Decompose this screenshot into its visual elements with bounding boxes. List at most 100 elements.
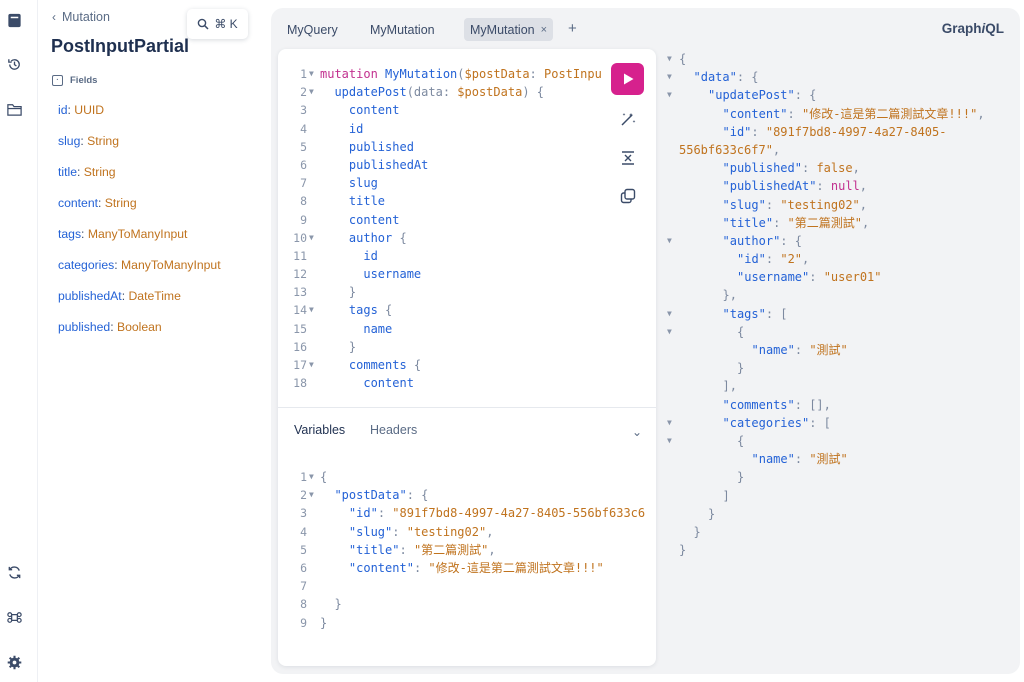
add-tab-button[interactable]: + bbox=[568, 20, 577, 37]
result-text: "updatePost": { bbox=[708, 88, 817, 103]
result-text: } bbox=[693, 524, 701, 539]
tab-variables[interactable]: Variables bbox=[294, 423, 345, 437]
back-link[interactable]: ‹ Mutation bbox=[52, 10, 110, 24]
line-number: 1 bbox=[300, 470, 307, 484]
field-item[interactable]: categories: ManyToManyInput bbox=[58, 258, 221, 272]
result-line: "name": "測試" bbox=[663, 341, 1013, 359]
result-line: "content": "修改-這是第二篇測試文章!!!", bbox=[663, 105, 1013, 123]
settings-icon[interactable] bbox=[5, 653, 23, 671]
refetch-icon[interactable] bbox=[5, 563, 23, 581]
query-line: 13 } bbox=[278, 283, 608, 301]
result-line: } bbox=[663, 359, 1013, 377]
fold-toggle-icon[interactable]: ▼ bbox=[667, 86, 672, 104]
result-line: ▼ "author": { bbox=[663, 232, 1013, 250]
tab-mymutation[interactable]: MyMutation bbox=[364, 18, 441, 41]
field-name[interactable]: publishedAt bbox=[58, 289, 122, 303]
result-line: ▼ "data": { bbox=[663, 68, 1013, 86]
field-type[interactable]: ManyToManyInput bbox=[121, 258, 221, 272]
line-number: 18 bbox=[293, 376, 307, 391]
field-name[interactable]: published bbox=[58, 320, 110, 334]
fold-toggle-icon[interactable]: ▼ bbox=[667, 68, 672, 86]
fold-toggle-icon[interactable]: ▼ bbox=[309, 65, 314, 83]
line-number: 7 bbox=[300, 176, 307, 191]
field-type[interactable]: Boolean bbox=[117, 320, 162, 334]
fold-toggle-icon[interactable]: ▼ bbox=[667, 232, 672, 250]
result-line: } bbox=[663, 505, 1013, 523]
line-number: 6 bbox=[300, 560, 307, 575]
field-name[interactable]: id bbox=[58, 103, 68, 117]
field-item[interactable]: id: UUID bbox=[58, 103, 104, 117]
field-item[interactable]: content: String bbox=[58, 196, 137, 210]
line-number: 7 bbox=[300, 579, 307, 594]
fold-toggle-icon[interactable]: ▼ bbox=[667, 432, 672, 450]
variables-editor[interactable]: 1 ▼{2 ▼ "postData": {3 "id": "891f7bd8-499… bbox=[278, 468, 648, 632]
field-type[interactable]: DateTime bbox=[128, 289, 180, 303]
code-text: } bbox=[320, 339, 357, 354]
field-type[interactable]: ManyToManyInput bbox=[88, 227, 188, 241]
merge-icon bbox=[622, 151, 634, 165]
result-line: } bbox=[663, 523, 1013, 541]
chevron-down-icon[interactable]: ⌄ bbox=[632, 425, 642, 439]
code-text: "slug": "testing02", bbox=[348, 524, 494, 539]
result-line: ▼ "tags": [ bbox=[663, 305, 1013, 323]
code-text: "content": "修改-這是第二篇測試文章!!!" bbox=[348, 560, 604, 575]
tab-headers[interactable]: Headers bbox=[370, 423, 417, 437]
query-line: 6 publishedAt bbox=[278, 156, 608, 174]
code-text: slug bbox=[320, 176, 378, 191]
editor-divider bbox=[278, 407, 656, 408]
fold-toggle-icon[interactable]: ▼ bbox=[309, 301, 314, 319]
field-type[interactable]: UUID bbox=[74, 103, 104, 117]
field-type[interactable]: String bbox=[87, 134, 119, 148]
fold-toggle-icon[interactable]: ▼ bbox=[667, 50, 672, 68]
tab-myquery[interactable]: MyQuery bbox=[281, 18, 344, 41]
result-line: "slug": "testing02", bbox=[663, 196, 1013, 214]
field-item[interactable]: tags: ManyToManyInput bbox=[58, 227, 187, 241]
line-number: 13 bbox=[293, 285, 307, 300]
field-name[interactable]: categories bbox=[58, 258, 114, 272]
field-item[interactable]: slug: String bbox=[58, 134, 119, 148]
field-name[interactable]: content bbox=[58, 196, 98, 210]
prettify-icon bbox=[621, 113, 636, 126]
field-item[interactable]: title: String bbox=[58, 165, 116, 179]
fold-toggle-icon[interactable]: ▼ bbox=[667, 414, 672, 432]
fields-heading-label: Fields bbox=[70, 75, 98, 86]
fold-toggle-icon[interactable]: ▼ bbox=[309, 356, 314, 374]
field-type[interactable]: String bbox=[105, 196, 137, 210]
explorer-icon[interactable] bbox=[5, 100, 23, 118]
line-number: 15 bbox=[293, 321, 307, 336]
tab-mymutation-active[interactable]: MyMutation × bbox=[464, 18, 554, 41]
fold-toggle-icon[interactable]: ▼ bbox=[309, 229, 314, 247]
close-icon[interactable]: × bbox=[541, 24, 547, 36]
fold-toggle-icon[interactable]: ▼ bbox=[667, 305, 672, 323]
docs-icon[interactable] bbox=[5, 11, 23, 29]
code-text: "id": "891f7bd8-4997-4a27-8405-556bf633c… bbox=[348, 506, 646, 521]
query-line: 17 ▼ comments { bbox=[278, 356, 608, 374]
fields-icon: · bbox=[52, 75, 63, 86]
query-line: 10 ▼ author { bbox=[278, 229, 608, 247]
search-button[interactable]: ⌘ K bbox=[187, 9, 248, 39]
logo-suffix: QL bbox=[985, 21, 1004, 36]
field-item[interactable]: publishedAt: DateTime bbox=[58, 289, 181, 303]
execute-button[interactable] bbox=[611, 63, 644, 95]
merge-fragments-button[interactable] bbox=[617, 147, 639, 169]
code-text: "title": "第二篇測試", bbox=[348, 542, 496, 557]
query-editor[interactable]: 1 ▼ mutation MyMutation($postData: PostInp… bbox=[278, 65, 608, 392]
fold-toggle-icon[interactable]: ▼ bbox=[309, 486, 314, 504]
result-text: "name": "測試" bbox=[751, 452, 848, 467]
field-name[interactable]: title bbox=[58, 165, 77, 179]
copy-query-button[interactable] bbox=[617, 185, 639, 207]
field-name[interactable]: tags bbox=[58, 227, 81, 241]
field-type[interactable]: String bbox=[84, 165, 116, 179]
shortcuts-icon[interactable] bbox=[5, 608, 23, 626]
code-text: content bbox=[320, 376, 414, 391]
code-text: title bbox=[320, 194, 386, 209]
field-item[interactable]: published: Boolean bbox=[58, 320, 162, 334]
field-name[interactable]: slug bbox=[58, 134, 80, 148]
fold-toggle-icon[interactable]: ▼ bbox=[309, 468, 314, 486]
line-number: 8 bbox=[300, 597, 307, 612]
fold-toggle-icon[interactable]: ▼ bbox=[309, 83, 314, 101]
history-icon[interactable] bbox=[5, 55, 23, 73]
prettify-button[interactable] bbox=[617, 108, 639, 130]
fold-toggle-icon[interactable]: ▼ bbox=[667, 323, 672, 341]
query-line: 4 id bbox=[278, 120, 608, 138]
